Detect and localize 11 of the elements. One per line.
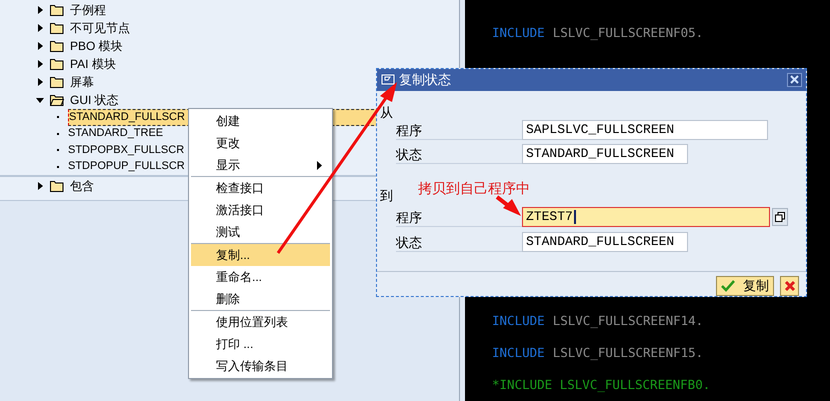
- dialog-title: 复制状态: [399, 71, 452, 90]
- section-label: 从: [380, 104, 393, 120]
- section-label: 到: [380, 186, 393, 205]
- code-keyword: INCLUDE: [492, 24, 545, 42]
- code-keyword: INCLUDE: [492, 344, 545, 362]
- annotation-text: 拷贝到自己程序中: [418, 179, 530, 198]
- code-text: LSLVC_FULLSCREENF15.: [552, 344, 704, 362]
- code-text: LSLVC_FULLSCREENF14.: [552, 312, 704, 330]
- code-keyword: INCLUDE: [492, 312, 545, 330]
- code-text: LSLVC_FULLSCREENF05.: [552, 24, 704, 42]
- code-comment: *INCLUDE LSLVC_FULLSCREENFB0.: [492, 376, 710, 394]
